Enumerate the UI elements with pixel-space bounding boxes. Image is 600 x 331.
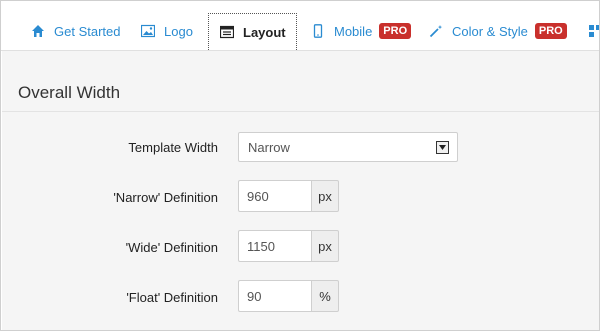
wide-definition-input[interactable] (238, 230, 311, 262)
tab-layout[interactable]: Layout (208, 13, 297, 50)
template-width-select[interactable]: Narrow (238, 132, 458, 162)
settings-window: Get Started Logo Layout Mobile PRO Color… (0, 0, 600, 331)
wide-definition-label: 'Wide' Definition (125, 240, 218, 255)
template-width-value: Narrow (248, 139, 290, 155)
float-definition-label: 'Float' Definition (126, 290, 218, 305)
layout-icon (219, 24, 235, 40)
tab-label: Mobile (334, 23, 373, 39)
float-unit: % (311, 280, 339, 312)
grid-icon (587, 23, 599, 39)
wide-definition-group: px (238, 230, 339, 262)
tab-label: Layout (243, 24, 286, 40)
section-title: Overall Width (18, 83, 121, 102)
template-width-label: Template Width (128, 140, 218, 155)
tab-get-started[interactable]: Get Started (30, 13, 120, 49)
wide-unit: px (311, 230, 339, 262)
tab-overflow[interactable] (587, 13, 599, 49)
mobile-icon (310, 23, 326, 39)
float-definition-input[interactable] (238, 280, 311, 312)
narrow-definition-label: 'Narrow' Definition (113, 190, 218, 205)
chevron-down-icon[interactable] (436, 141, 449, 154)
tab-label: Color & Style (452, 23, 528, 39)
tab-bar: Get Started Logo Layout Mobile PRO Color… (1, 1, 599, 51)
tab-label: Get Started (54, 23, 121, 39)
tab-label: Logo (164, 23, 193, 39)
magic-wand-icon (428, 23, 444, 39)
pro-badge: PRO (379, 23, 412, 39)
tab-color-style[interactable]: Color & Style PRO (428, 13, 567, 49)
home-icon (30, 23, 46, 39)
narrow-definition-input[interactable] (238, 180, 311, 212)
narrow-unit: px (311, 180, 339, 212)
narrow-definition-group: px (238, 180, 339, 212)
pro-badge: PRO (534, 23, 567, 39)
tab-logo[interactable]: Logo (140, 13, 193, 49)
image-icon (140, 23, 156, 39)
tab-mobile[interactable]: Mobile PRO (310, 13, 412, 49)
section-divider (2, 111, 599, 112)
float-definition-group: % (238, 280, 339, 312)
